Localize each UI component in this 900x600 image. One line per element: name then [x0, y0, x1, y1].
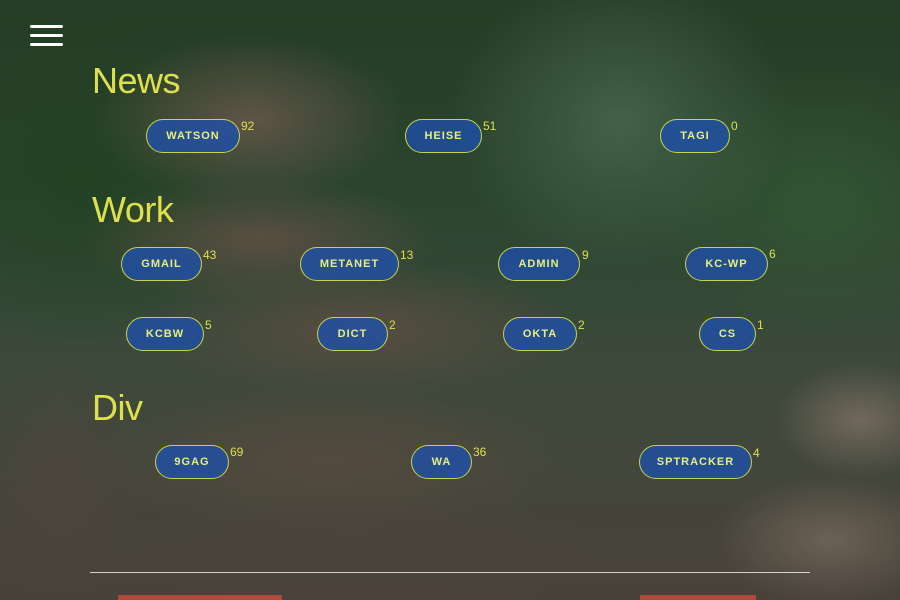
section-title-news: News	[92, 60, 181, 101]
menu-line	[30, 25, 63, 28]
link-kc-wp[interactable]: KC-WP	[685, 247, 768, 281]
count-badge-tagi: 0	[731, 119, 738, 133]
count-badge-kc-wp: 6	[769, 247, 776, 261]
link-tagi[interactable]: TAGI	[660, 119, 730, 153]
footer-accent-strip	[118, 595, 282, 600]
link-gmail[interactable]: GMAIL	[121, 247, 202, 281]
link-kcbw[interactable]: KCBW	[126, 317, 204, 351]
count-badge-cs: 1	[757, 318, 764, 332]
count-badge-metanet: 13	[400, 248, 414, 262]
link-9gag[interactable]: 9GAG	[155, 445, 229, 479]
count-badge-watson: 92	[241, 119, 255, 133]
count-badge-sptracker: 4	[753, 446, 760, 460]
count-badge-wa: 36	[473, 445, 487, 459]
menu-line	[30, 34, 63, 37]
menu-line	[30, 43, 63, 46]
link-dict[interactable]: DICT	[317, 317, 388, 351]
footer-accent-strip	[640, 595, 756, 600]
count-badge-dict: 2	[389, 318, 396, 332]
link-sptracker[interactable]: SPTRACKER	[639, 445, 752, 479]
count-badge-9gag: 69	[230, 445, 244, 459]
count-badge-okta: 2	[578, 318, 585, 332]
count-badge-kcbw: 5	[205, 318, 212, 332]
count-badge-heise: 51	[483, 119, 497, 133]
link-wa[interactable]: WA	[411, 445, 472, 479]
link-admin[interactable]: ADMIN	[498, 247, 580, 281]
hamburger-menu-icon[interactable]	[30, 25, 63, 47]
count-badge-gmail: 43	[203, 248, 217, 262]
link-metanet[interactable]: METANET	[300, 247, 399, 281]
section-title-work: Work	[92, 189, 174, 230]
link-heise[interactable]: HEISE	[405, 119, 482, 153]
count-badge-admin: 9	[582, 248, 589, 262]
link-watson[interactable]: WATSON	[146, 119, 240, 153]
link-okta[interactable]: OKTA	[503, 317, 577, 351]
link-cs[interactable]: CS	[699, 317, 756, 351]
page-background: News WATSON 92 HEISE 51 TAGI 0 Work GMAI…	[0, 0, 900, 600]
footer-divider	[90, 572, 810, 573]
section-title-div: Div	[92, 387, 143, 428]
